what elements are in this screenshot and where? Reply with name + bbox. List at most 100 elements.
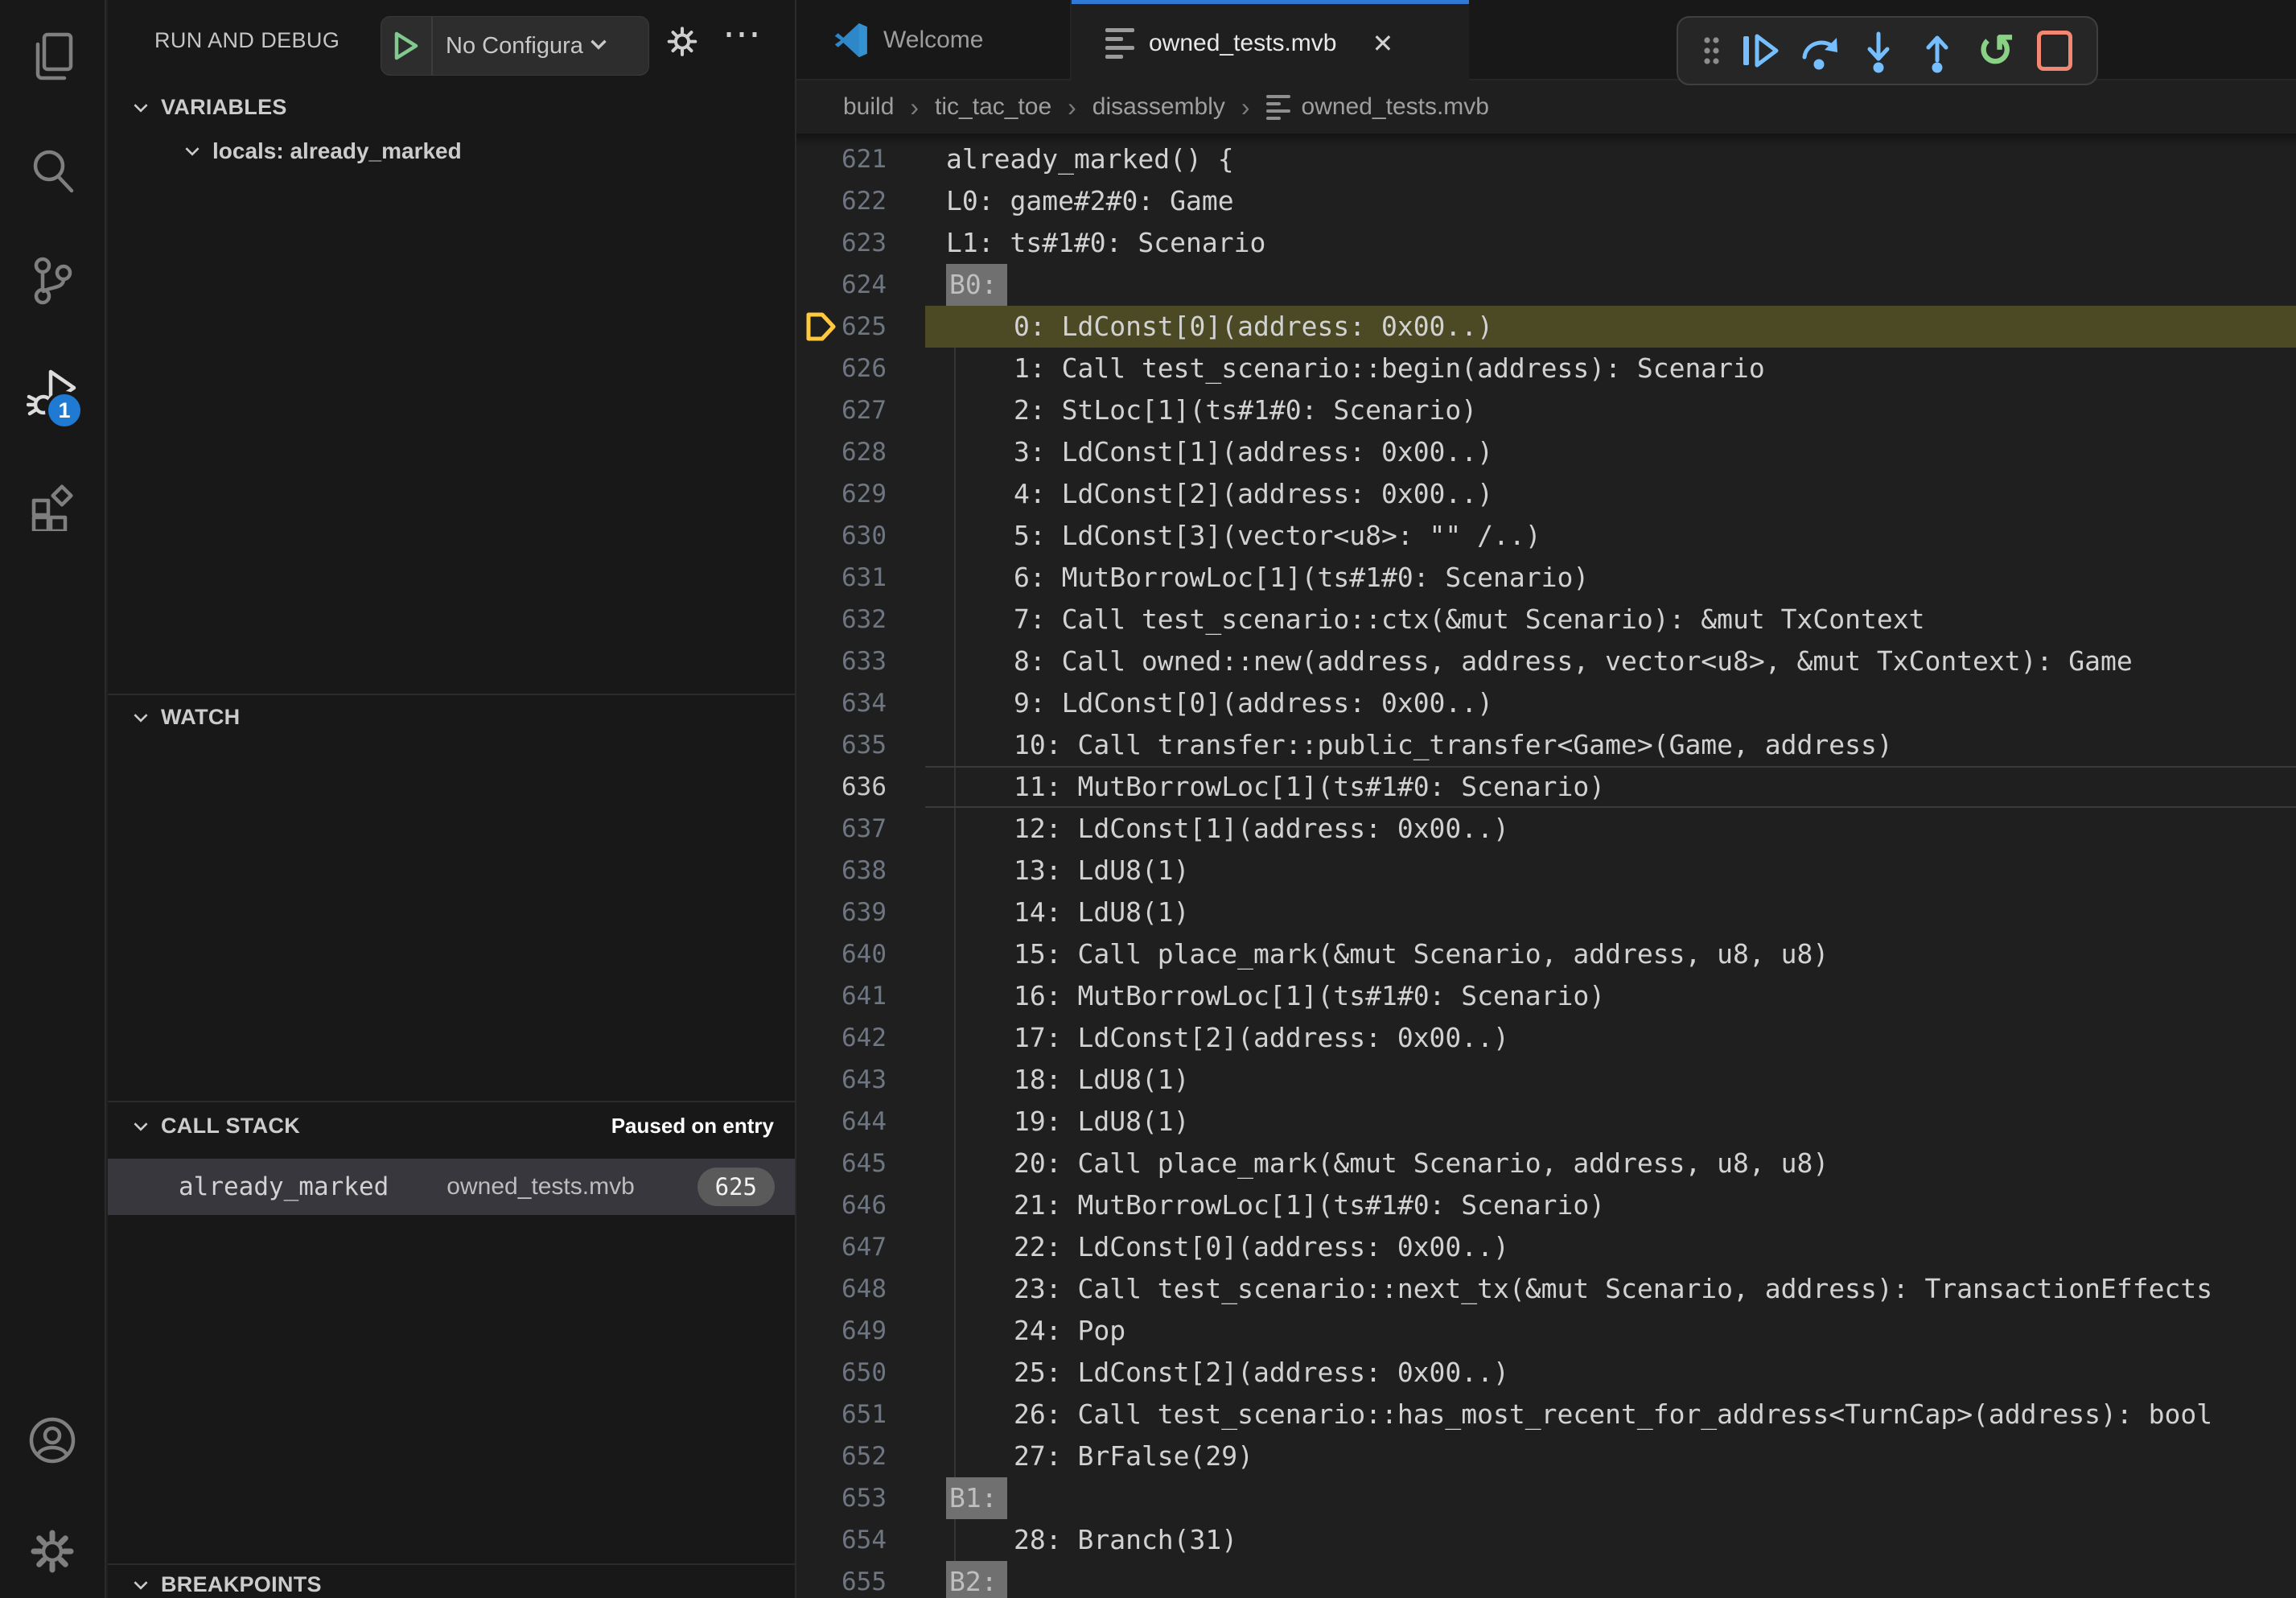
line-number[interactable]: 629	[796, 473, 887, 515]
code-line[interactable]: 64116: MutBorrowLoc[1](ts#1#0: Scenario)	[796, 975, 2296, 1017]
code-line[interactable]: 63914: LdU8(1)	[796, 892, 2296, 933]
line-number[interactable]: 638	[796, 850, 887, 892]
code-line[interactable]: 65227: BrFalse(29)	[796, 1435, 2296, 1477]
step-out-button[interactable]	[1915, 28, 1960, 73]
line-number[interactable]: 637	[796, 808, 887, 850]
line-number[interactable]: 622	[796, 180, 887, 222]
line-number[interactable]: 652	[796, 1435, 887, 1477]
line-number[interactable]: 650	[796, 1352, 887, 1394]
code-line[interactable]: 64621: MutBorrowLoc[1](ts#1#0: Scenario)	[796, 1184, 2296, 1226]
breadcrumb-item[interactable]: tic_tac_toe	[935, 93, 1051, 121]
debug-settings-gear-icon[interactable]	[661, 14, 706, 66]
code-line[interactable]: 63611: MutBorrowLoc[1](ts#1#0: Scenario)	[796, 766, 2296, 808]
close-icon[interactable]: ✕	[1372, 28, 1393, 59]
search-icon[interactable]	[27, 145, 78, 196]
line-number[interactable]: 644	[796, 1101, 887, 1143]
stop-button[interactable]	[2032, 28, 2077, 73]
code-line[interactable]: 65428: Branch(31)	[796, 1519, 2296, 1561]
line-number[interactable]: 631	[796, 557, 887, 599]
chevron-down-icon	[585, 31, 612, 62]
explorer-icon[interactable]	[27, 31, 78, 82]
line-number[interactable]: 623	[796, 222, 887, 264]
code-line[interactable]: 6272: StLoc[1](ts#1#0: Scenario)	[796, 389, 2296, 431]
code-line[interactable]: 64520: Call place_mark(&mut Scenario, ad…	[796, 1143, 2296, 1184]
line-number[interactable]: 654	[796, 1519, 887, 1561]
code-line[interactable]: 64924: Pop	[796, 1310, 2296, 1352]
code-line[interactable]: 624B0:	[796, 264, 2296, 306]
code-line[interactable]: 64217: LdConst[2](address: 0x00..)	[796, 1017, 2296, 1059]
code-line[interactable]: 6294: LdConst[2](address: 0x00..)	[796, 473, 2296, 515]
line-number[interactable]: 639	[796, 892, 887, 933]
code-line[interactable]: 64823: Call test_scenario::next_tx(&mut …	[796, 1268, 2296, 1310]
code-line[interactable]: 6327: Call test_scenario::ctx(&mut Scena…	[796, 599, 2296, 640]
chevron-down-icon	[130, 97, 151, 118]
extensions-icon[interactable]	[27, 480, 78, 531]
tab-welcome[interactable]: Welcome	[796, 0, 1072, 80]
line-number[interactable]: 655	[796, 1561, 887, 1598]
code-line[interactable]: 6316: MutBorrowLoc[1](ts#1#0: Scenario)	[796, 557, 2296, 599]
section-variables[interactable]: VARIABLES	[130, 95, 287, 120]
section-watch[interactable]: WATCH	[130, 705, 240, 730]
code-line[interactable]: 623L1: ts#1#0: Scenario	[796, 222, 2296, 264]
code-line[interactable]: 64722: LdConst[0](address: 0x00..)	[796, 1226, 2296, 1268]
step-over-button[interactable]	[1797, 28, 1842, 73]
code-line[interactable]: 64015: Call place_mark(&mut Scenario, ad…	[796, 933, 2296, 975]
restart-button[interactable]: ↺	[1973, 28, 2018, 73]
breadcrumb-item[interactable]: build	[843, 93, 894, 121]
line-number[interactable]: 636	[796, 766, 887, 808]
line-number[interactable]: 630	[796, 515, 887, 557]
line-number[interactable]: 626	[796, 348, 887, 389]
line-number[interactable]: 628	[796, 431, 887, 473]
code-line[interactable]: 63510: Call transfer::public_transfer<Ga…	[796, 724, 2296, 766]
line-number[interactable]: 646	[796, 1184, 887, 1226]
line-number[interactable]: 640	[796, 933, 887, 975]
continue-button[interactable]	[1738, 28, 1784, 73]
line-number[interactable]: 649	[796, 1310, 887, 1352]
start-debug-button[interactable]	[381, 17, 433, 75]
section-call-stack[interactable]: CALL STACK	[130, 1114, 300, 1139]
code-line[interactable]: 65025: LdConst[2](address: 0x00..)	[796, 1352, 2296, 1394]
code-line[interactable]: 64419: LdU8(1)	[796, 1101, 2296, 1143]
line-number[interactable]: 651	[796, 1394, 887, 1435]
code-editor[interactable]: 621already_marked() {622L0: game#2#0: Ga…	[796, 134, 2296, 1598]
section-breakpoints[interactable]: BREAKPOINTS	[130, 1572, 322, 1597]
accounts-icon[interactable]	[27, 1415, 78, 1466]
code-line[interactable]: 653B1:	[796, 1477, 2296, 1519]
code-line[interactable]: 622L0: game#2#0: Game	[796, 180, 2296, 222]
code-line[interactable]: 6283: LdConst[1](address: 0x00..)	[796, 431, 2296, 473]
more-actions-icon[interactable]: ⋯	[722, 11, 764, 56]
code-line[interactable]: 655B2:	[796, 1561, 2296, 1598]
call-stack-frame[interactable]: already_marked owned_tests.mvb 625	[108, 1159, 795, 1215]
code-line[interactable]: 6305: LdConst[3](vector<u8>: "" /..)	[796, 515, 2296, 557]
code-line[interactable]: 65126: Call test_scenario::has_most_rece…	[796, 1394, 2296, 1435]
code-line[interactable]: 6338: Call owned::new(address, address, …	[796, 640, 2296, 682]
line-number[interactable]: 647	[796, 1226, 887, 1268]
line-number[interactable]: 642	[796, 1017, 887, 1059]
line-number[interactable]: 634	[796, 682, 887, 724]
variables-scope-locals[interactable]: locals: already_marked	[182, 138, 462, 164]
line-number[interactable]: 643	[796, 1059, 887, 1101]
line-number[interactable]: 632	[796, 599, 887, 640]
code-line[interactable]: 6250: LdConst[0](address: 0x00..)	[796, 306, 2296, 348]
code-line[interactable]: 63712: LdConst[1](address: 0x00..)	[796, 808, 2296, 850]
debug-config-dropdown[interactable]: No Configura	[381, 16, 649, 76]
breadcrumb-item[interactable]: owned_tests.mvb	[1266, 93, 1489, 121]
line-number[interactable]: 641	[796, 975, 887, 1017]
line-number[interactable]: 645	[796, 1143, 887, 1184]
line-number[interactable]: 635	[796, 724, 887, 766]
settings-gear-icon[interactable]	[27, 1526, 78, 1577]
code-line[interactable]: 64318: LdU8(1)	[796, 1059, 2296, 1101]
code-line[interactable]: 6261: Call test_scenario::begin(address)…	[796, 348, 2296, 389]
line-number[interactable]: 624	[796, 264, 887, 306]
source-control-icon[interactable]	[27, 255, 78, 307]
step-into-button[interactable]	[1856, 28, 1901, 73]
tab-owned-tests[interactable]: owned_tests.mvb ✕	[1072, 0, 1469, 82]
breadcrumb-item[interactable]: disassembly	[1092, 93, 1225, 121]
code-line[interactable]: 6349: LdConst[0](address: 0x00..)	[796, 682, 2296, 724]
code-line[interactable]: 63813: LdU8(1)	[796, 850, 2296, 892]
toolbar-drag-handle[interactable]	[1697, 28, 1725, 73]
line-number[interactable]: 648	[796, 1268, 887, 1310]
line-number[interactable]: 633	[796, 640, 887, 682]
line-number[interactable]: 627	[796, 389, 887, 431]
line-number[interactable]: 653	[796, 1477, 887, 1519]
